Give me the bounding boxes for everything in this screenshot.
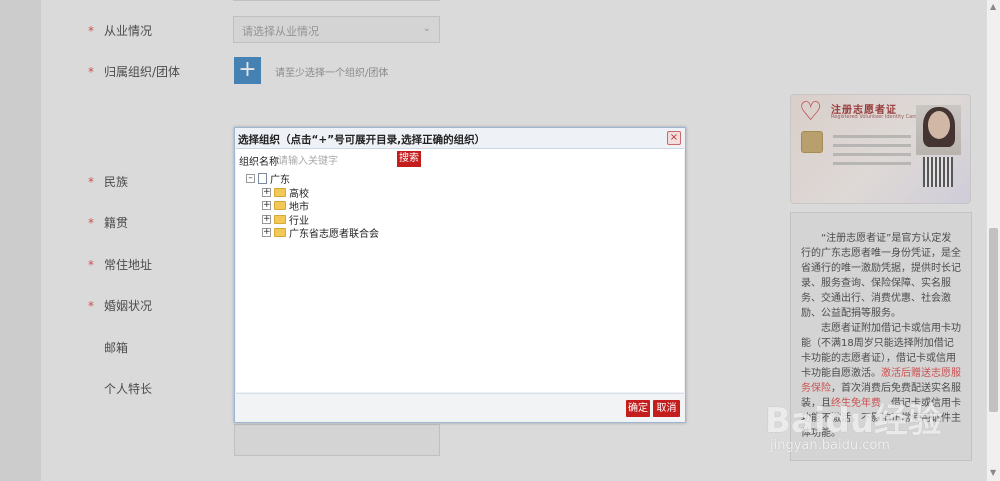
expand-icon[interactable]: + (262, 187, 271, 197)
cancel-button[interactable]: 取消 (653, 400, 680, 417)
page-icon (258, 173, 267, 185)
organization-tree: – 广东 + 高校 + 地市 + 行业 + 广东省志愿者联合会 (246, 172, 379, 240)
expand-icon[interactable]: + (262, 228, 271, 238)
ok-button[interactable]: 确定 (626, 400, 650, 417)
tree-node[interactable]: + 广东省志愿者联合会 (246, 226, 379, 240)
scrollbar-thumb[interactable] (989, 228, 998, 412)
dialog-title: 选择组织（点击“+”号可展开目录,选择正确的组织） (238, 134, 486, 146)
folder-icon (274, 187, 286, 197)
select-organization-dialog: 选择组织（点击“+”号可展开目录,选择正确的组织） × 组织名称 请输入关键字 … (234, 127, 686, 423)
tree-node-root[interactable]: – 广东 (246, 172, 379, 186)
folder-icon (274, 201, 286, 211)
expand-icon[interactable]: + (262, 214, 271, 224)
scroll-down-icon[interactable]: ▼ (990, 468, 996, 477)
search-button[interactable]: 搜索 (397, 151, 421, 167)
expand-icon[interactable]: + (262, 201, 271, 211)
page-scrollbar[interactable]: ▲ ▼ (986, 0, 1000, 481)
dialog-body: 组织名称 请输入关键字 搜索 – 广东 + 高校 + 地市 + 行业 + 广东省… (236, 148, 684, 392)
tree-node[interactable]: + 高校 (246, 186, 379, 200)
collapse-icon[interactable]: – (246, 174, 255, 184)
tree-node-label: 广东 (270, 175, 290, 187)
tree-node[interactable]: + 地市 (246, 199, 379, 213)
watermark-logo: Baidu经验 (765, 401, 943, 441)
search-label: 组织名称 (239, 157, 279, 168)
scroll-up-icon[interactable]: ▲ (990, 2, 996, 11)
folder-icon (274, 214, 286, 224)
search-input[interactable]: 请输入关键字 (278, 152, 338, 167)
tree-node-label: 广东省志愿者联合会 (289, 229, 379, 241)
folder-icon (274, 228, 286, 238)
tree-node[interactable]: + 行业 (246, 213, 379, 227)
dialog-footer: 确定 取消 (236, 393, 684, 421)
close-icon[interactable]: × (667, 131, 681, 145)
watermark-url: jingyan.baidu.com (770, 438, 890, 453)
